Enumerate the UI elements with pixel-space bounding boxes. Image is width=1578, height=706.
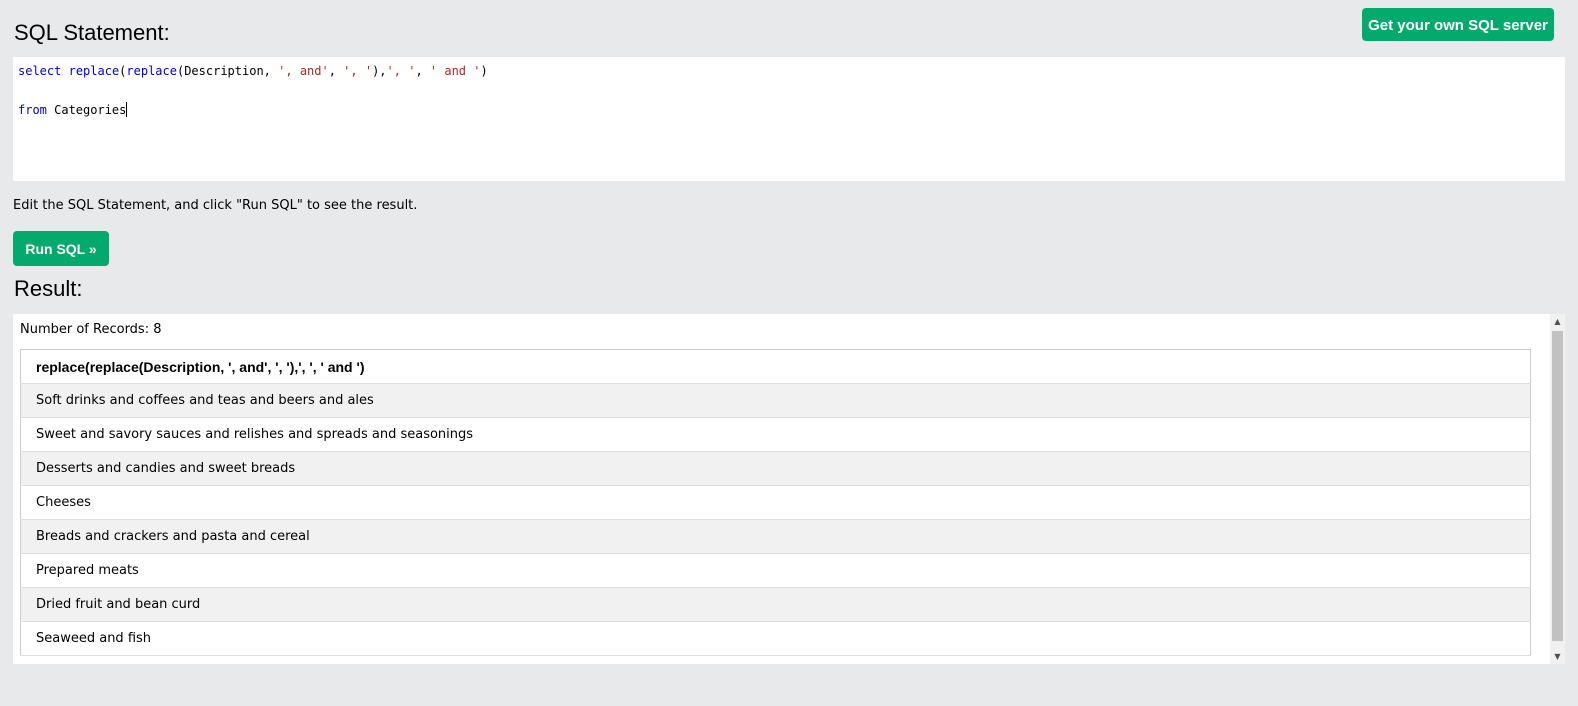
code-line-3: from Categories — [18, 102, 128, 118]
code-close-1: ), — [372, 64, 387, 78]
sql-statement-heading: SQL Statement: — [14, 20, 170, 45]
table-row: Breads and crackers and pasta and cereal — [20, 519, 1531, 554]
code-table-name: Categories — [46, 103, 127, 117]
run-sql-button[interactable]: Run SQL » — [13, 231, 109, 266]
keyword-select: select — [18, 64, 62, 78]
edit-hint-text: Edit the SQL Statement, and click "Run S… — [13, 198, 418, 213]
table-cell: Desserts and candies and sweet breads — [20, 451, 1531, 486]
table-row: Cheeses — [20, 485, 1531, 520]
record-count: Number of Records: 8 — [20, 322, 162, 337]
result-table: replace(replace(Description, ', and', ',… — [20, 349, 1531, 656]
function-replace-inner: replace — [126, 64, 177, 78]
code-comma-1: , — [328, 64, 344, 78]
code-args: (Description, — [176, 64, 279, 78]
result-heading: Result: — [14, 276, 83, 301]
table-header-row: replace(replace(Description, ', and', ',… — [20, 349, 1531, 384]
result-panel[interactable]: Number of Records: 8 replace(replace(Des… — [13, 314, 1565, 664]
table-cell: Dried fruit and bean curd — [20, 587, 1531, 622]
table-cell: Soft drinks and coffees and teas and bee… — [20, 383, 1531, 418]
table-row: Soft drinks and coffees and teas and bee… — [20, 383, 1531, 418]
text-cursor — [126, 102, 128, 117]
table-cell: Seaweed and fish — [20, 621, 1531, 656]
code-line-1: select replace(replace(Description, ', a… — [18, 63, 488, 79]
scroll-down-arrow-icon[interactable]: ▼ — [1550, 649, 1565, 664]
column-header: replace(replace(Description, ', and', ',… — [20, 349, 1531, 384]
string-literal-3: ', ' — [386, 64, 416, 78]
table-cell: Breads and crackers and pasta and cereal — [20, 519, 1531, 554]
string-literal-4: ' and ' — [429, 64, 481, 78]
string-literal-2: ', ' — [343, 64, 373, 78]
get-your-own-sql-server-button[interactable]: Get your own SQL server — [1362, 8, 1554, 41]
table-cell: Cheeses — [20, 485, 1531, 520]
table-row: Prepared meats — [20, 553, 1531, 588]
sql-editor[interactable]: select replace(replace(Description, ', a… — [13, 57, 1565, 181]
page: Get your own SQL server SQL Statement: s… — [0, 0, 1578, 706]
table-row: Seaweed and fish — [20, 621, 1531, 656]
table-row: Desserts and candies and sweet breads — [20, 451, 1531, 486]
table-cell: Sweet and savory sauces and relishes and… — [20, 417, 1531, 452]
vertical-scrollbar[interactable]: ▲ ▼ — [1550, 314, 1565, 664]
table-row: Sweet and savory sauces and relishes and… — [20, 417, 1531, 452]
code-close-2: ) — [480, 64, 488, 78]
table-cell: Prepared meats — [20, 553, 1531, 588]
function-replace-outer: replace — [68, 64, 120, 78]
string-literal-1: ', and' — [278, 64, 329, 78]
keyword-from: from — [18, 103, 47, 117]
scrollbar-thumb[interactable] — [1552, 331, 1563, 641]
scroll-up-arrow-icon[interactable]: ▲ — [1550, 314, 1565, 329]
code-comma-2: , — [415, 64, 430, 78]
table-row: Dried fruit and bean curd — [20, 587, 1531, 622]
